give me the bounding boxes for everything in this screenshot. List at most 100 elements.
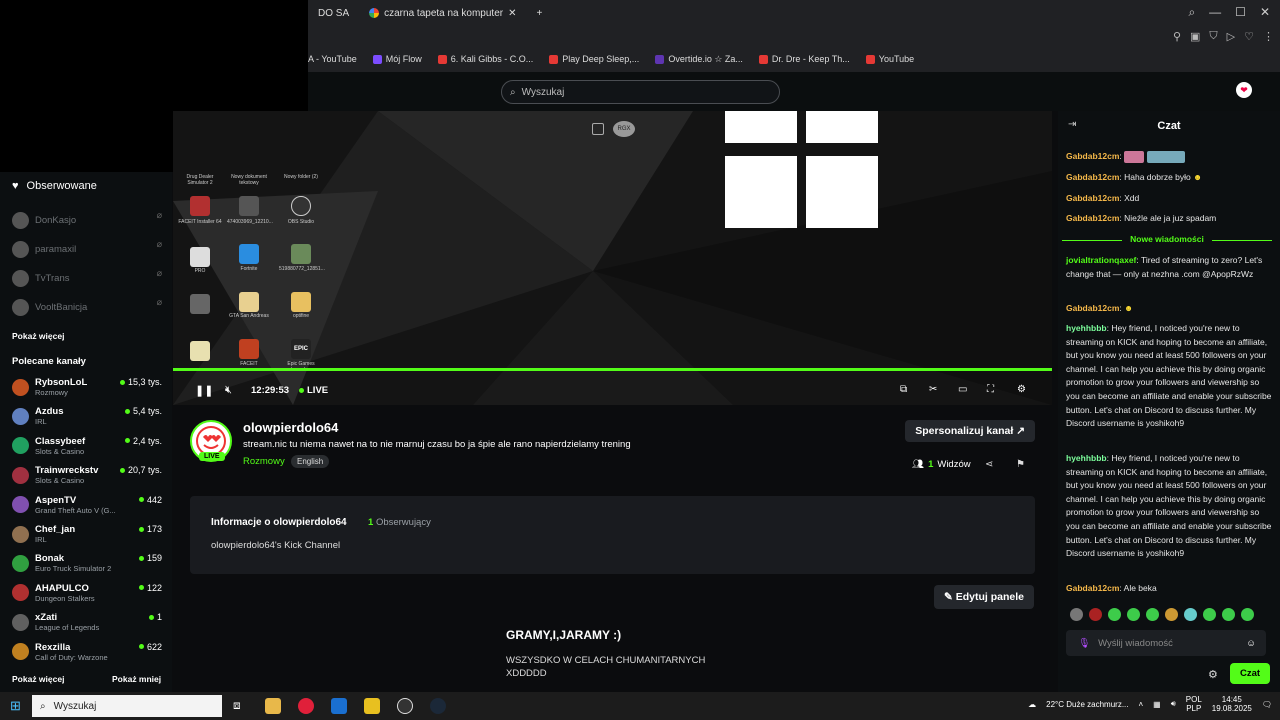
avatar bbox=[12, 496, 29, 514]
bookmark-item[interactable]: Play Deep Sleep,... bbox=[549, 54, 639, 64]
taskbar-search[interactable]: ⌕ Wyszukaj bbox=[32, 695, 222, 717]
language-tag[interactable]: English bbox=[291, 455, 330, 468]
panel-title: GRAMY,I,JARAMY :) bbox=[506, 628, 622, 642]
close-icon[interactable]: ✕ bbox=[508, 8, 516, 19]
windows-start-icon[interactable]: ⊞ bbox=[10, 698, 21, 714]
video-player[interactable]: RGX EPIC Drug Dealer Simulator 2 Nowy do… bbox=[173, 111, 1052, 405]
maximize-icon[interactable]: ☐ bbox=[1235, 5, 1246, 20]
following-header[interactable]: ♥ Obserwowane bbox=[0, 172, 172, 200]
browser-tab-active[interactable]: czarna tapeta na komputer ✕ bbox=[359, 0, 526, 26]
share-icon[interactable]: ⋖ bbox=[985, 459, 993, 470]
emote-icon[interactable] bbox=[1127, 608, 1140, 621]
bookmark-item[interactable]: Mój Flow bbox=[372, 54, 422, 64]
sidebar-item-recommended[interactable]: RybsonLoL Rozmowy 15,3 tys. bbox=[12, 373, 162, 401]
sidebar-item-recommended[interactable]: Classybeef Slots & Casino 2,4 tys. bbox=[12, 432, 162, 460]
opera-icon[interactable] bbox=[298, 698, 314, 714]
language-indicator[interactable]: POL PLP bbox=[1186, 695, 1202, 713]
tray-arrow-icon[interactable]: ˄ bbox=[1139, 700, 1144, 709]
user-avatar[interactable]: ❤ bbox=[1236, 82, 1252, 98]
pin-icon[interactable]: ⚲ bbox=[1173, 30, 1181, 43]
app-icon[interactable] bbox=[364, 698, 380, 714]
rgx-badge-icon: RGX bbox=[613, 121, 635, 137]
viewer-count: 20,7 tys. bbox=[119, 465, 162, 475]
network-icon[interactable]: ▦ bbox=[1153, 700, 1161, 709]
fullscreen-icon[interactable]: ⛶ bbox=[987, 384, 994, 395]
emote-icon[interactable] bbox=[1165, 608, 1178, 621]
settings-icon[interactable]: ⚙ bbox=[1017, 384, 1026, 395]
minimize-icon[interactable]: — bbox=[1209, 5, 1221, 20]
emote-icon[interactable] bbox=[1108, 608, 1121, 621]
sidebar-item-recommended[interactable]: Trainwreckstv Slots & Casino 20,7 tys. bbox=[12, 461, 162, 489]
emote-icon[interactable] bbox=[1089, 608, 1102, 621]
outlook-icon[interactable] bbox=[331, 698, 347, 714]
bookmark-item[interactable]: Dr. Dre - Keep Th... bbox=[758, 54, 850, 64]
show-more-recommended[interactable]: Pokaż więcej bbox=[12, 674, 64, 684]
channel-name: Trainwreckstv bbox=[35, 465, 99, 477]
emote-icon[interactable] bbox=[1070, 608, 1083, 621]
show-more-following[interactable]: Pokaż więcej bbox=[12, 331, 64, 341]
steam-icon[interactable] bbox=[430, 698, 446, 714]
emoji-picker-icon[interactable]: ☺ bbox=[1246, 638, 1256, 649]
snapshot-icon[interactable]: ▣ bbox=[1190, 30, 1200, 43]
desktop-icon-label: Fortnite bbox=[240, 266, 258, 272]
emote-icon[interactable] bbox=[1241, 608, 1254, 621]
video-progress-bar[interactable] bbox=[173, 368, 1052, 371]
emote-icon[interactable] bbox=[1146, 608, 1159, 621]
chat-message-input[interactable]: 🎙︎ Wyślij wiadomość ☺ bbox=[1066, 630, 1266, 656]
moderation-icon[interactable]: ⚑ bbox=[1016, 459, 1025, 470]
bookmark-item[interactable]: A - YouTube bbox=[308, 54, 357, 64]
bookmark-item[interactable]: 6. Kali Gibbs - C.O... bbox=[437, 54, 533, 64]
file-explorer-icon[interactable] bbox=[265, 698, 281, 714]
sidebar-item-following[interactable]: paramaxil ⌀ bbox=[12, 235, 162, 263]
sidebar-item-recommended[interactable]: Bonak Euro Truck Simulator 2 159 bbox=[12, 549, 162, 577]
bookmark-item[interactable]: Overtide.io ☆ Za... bbox=[655, 54, 743, 65]
search-tabs-icon[interactable]: ⌕ bbox=[1188, 5, 1195, 20]
emote-icon[interactable] bbox=[1222, 608, 1235, 621]
shield-icon[interactable]: ⛉ bbox=[1209, 30, 1217, 43]
sidebar-item-recommended[interactable]: xZati League of Legends 1 bbox=[12, 608, 162, 636]
microphone-icon[interactable]: 🎙︎ bbox=[1078, 638, 1090, 649]
new-tab-button[interactable]: + bbox=[526, 0, 552, 26]
play-icon[interactable]: ▷ bbox=[1227, 30, 1235, 43]
emote-icon[interactable] bbox=[1184, 608, 1197, 621]
avatar bbox=[12, 584, 29, 602]
collapse-chat-icon[interactable]: ⇥ bbox=[1068, 119, 1076, 130]
pip-icon[interactable]: ⧉ bbox=[900, 384, 907, 395]
task-view-icon[interactable]: ⧈ bbox=[233, 698, 241, 713]
emote-icon[interactable] bbox=[1203, 608, 1216, 621]
live-indicator: LIVE bbox=[299, 385, 328, 396]
sidebar-item-recommended[interactable]: AspenTV Grand Theft Auto V (G... 442 bbox=[12, 491, 162, 519]
sidebar-item-following[interactable]: TvTrans ⌀ bbox=[12, 264, 162, 292]
clock[interactable]: 14:45 19.08.2025 bbox=[1212, 695, 1252, 713]
send-chat-button[interactable]: Czat bbox=[1230, 663, 1271, 684]
heart-icon[interactable]: ♡ bbox=[1244, 30, 1254, 43]
desktop-icon-label: FACEIT bbox=[240, 361, 258, 367]
show-less-recommended[interactable]: Pokaż mniej bbox=[112, 674, 161, 684]
menu-icon[interactable]: ⋮ bbox=[1263, 30, 1274, 43]
clip-icon[interactable]: ✂ bbox=[929, 384, 937, 395]
search-input[interactable]: ⌕ Wyszukaj bbox=[501, 80, 780, 104]
notifications-icon[interactable]: 🗨︎ bbox=[1262, 700, 1272, 709]
obs-icon[interactable] bbox=[397, 698, 413, 714]
bookmark-item[interactable]: YouTube bbox=[865, 54, 914, 64]
sidebar-item-recommended[interactable]: Rexzilla Call of Duty: Warzone 622 bbox=[12, 638, 162, 666]
weather-text[interactable]: 22°C Duże zachmurz... bbox=[1046, 700, 1128, 709]
faceit-icon bbox=[190, 196, 210, 216]
weather-icon: ☁ bbox=[1028, 699, 1037, 709]
sidebar-item-recommended[interactable]: Chef_jan IRL 173 bbox=[12, 520, 162, 548]
theater-icon[interactable]: ▭ bbox=[958, 384, 967, 395]
browser-tab[interactable]: DO SA bbox=[308, 0, 359, 26]
customize-channel-button[interactable]: Spersonalizuj kanał ↗ bbox=[905, 420, 1035, 442]
sidebar-item-following[interactable]: DonKasjo ⌀ bbox=[12, 206, 162, 234]
chat-settings-icon[interactable]: ⚙ bbox=[1208, 668, 1218, 681]
sidebar-item-recommended[interactable]: Azdus IRL 5,4 tys. bbox=[12, 402, 162, 430]
pause-icon[interactable]: ❚❚ bbox=[195, 384, 213, 397]
mute-icon[interactable]: 🔇︎ bbox=[225, 384, 232, 397]
edit-panels-button[interactable]: ✎ Edytuj panele bbox=[934, 585, 1034, 609]
channel-name[interactable]: olowpierdolo64 bbox=[243, 420, 338, 435]
stream-category[interactable]: Rozmowy bbox=[243, 456, 285, 467]
volume-icon[interactable]: 🔊︎ bbox=[1171, 699, 1176, 709]
sidebar-item-recommended[interactable]: AHAPULCO Dungeon Stalkers 122 bbox=[12, 579, 162, 607]
close-window-icon[interactable]: ✕ bbox=[1260, 5, 1270, 20]
sidebar-item-following[interactable]: VooltBanicja ⌀ bbox=[12, 293, 162, 321]
